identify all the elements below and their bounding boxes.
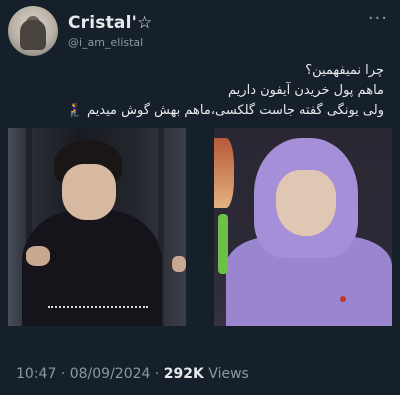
separator: · bbox=[56, 366, 70, 382]
display-name[interactable]: Cristal'☆ bbox=[68, 13, 152, 33]
tweet-time[interactable]: 10:47 bbox=[16, 366, 56, 382]
tweet-meta: 10:47 · 08/09/2024 · 292K Views bbox=[16, 366, 249, 382]
tweet-header: Cristal'☆ @i_am_elistal bbox=[8, 6, 152, 56]
avatar[interactable] bbox=[8, 6, 58, 56]
tweet-line: ماهم پول خریدن آیفون داریم bbox=[228, 83, 384, 98]
user-handle[interactable]: @i_am_elistal bbox=[68, 36, 152, 49]
tweet-line: چرا نمیفهمین؟ bbox=[305, 63, 384, 78]
views-count: 292K bbox=[163, 366, 204, 382]
author-info: Cristal'☆ @i_am_elistal bbox=[68, 13, 152, 49]
more-dots-icon[interactable]: ··· bbox=[368, 10, 388, 28]
media-photo-1[interactable] bbox=[8, 128, 186, 326]
views-label: Views bbox=[208, 366, 249, 382]
media-grid bbox=[8, 128, 392, 326]
separator: · bbox=[150, 366, 164, 382]
tweet-date[interactable]: 08/09/2024 bbox=[70, 366, 151, 382]
media-photo-2[interactable] bbox=[214, 128, 392, 326]
tweet-line: ولی یونگی گفته جاست گلکسی،ماهم بهش گوش م… bbox=[66, 103, 384, 118]
tweet-text: چرا نمیفهمین؟ ماهم پول خریدن آیفون داریم… bbox=[24, 61, 384, 121]
